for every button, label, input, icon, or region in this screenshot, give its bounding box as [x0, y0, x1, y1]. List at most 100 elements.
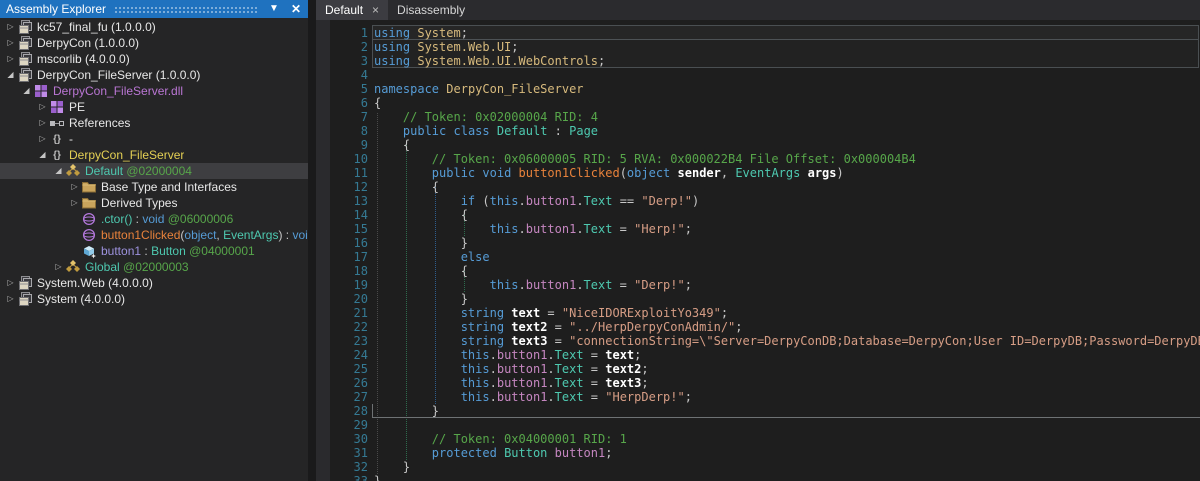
code-line[interactable]: 31 protected Button button1;	[316, 446, 1200, 460]
line-number: 8	[316, 124, 368, 138]
code-line[interactable]: 7 // Token: 0x02000004 RID: 4	[316, 110, 1200, 124]
code-line[interactable]: 33}	[316, 474, 1200, 481]
code-line[interactable]: 8 public class Default : Page	[316, 124, 1200, 138]
module-icon	[49, 99, 65, 115]
code-text: using System;	[368, 26, 468, 40]
tree-item-global[interactable]: ▷ Global @02000003	[0, 259, 308, 275]
tree-item-derpycon-fileserver[interactable]: ◢{}DerpyCon_FileServer	[0, 147, 308, 163]
expander-collapsed-icon[interactable]: ▷	[36, 99, 49, 115]
code-line[interactable]: 25 this.button1.Text = text2;	[316, 362, 1200, 376]
code-text: // Token: 0x02000004 RID: 4	[368, 110, 598, 124]
code-text: // Token: 0x06000005 RID: 5 RVA: 0x00002…	[368, 152, 916, 166]
code-line[interactable]: 19 this.button1.Text = "Derp!";	[316, 278, 1200, 292]
expander-expanded-icon[interactable]: ◢	[52, 163, 65, 179]
panel-splitter[interactable]	[308, 0, 316, 481]
code-line[interactable]: 21 string text = "NiceIDORExploitYo349";	[316, 306, 1200, 320]
code-line[interactable]: 17 else	[316, 250, 1200, 264]
tree-item-references[interactable]: ▷References	[0, 115, 308, 131]
code-line[interactable]: 22 string text2 = "../HerpDerpyConAdmin/…	[316, 320, 1200, 334]
line-number: 21	[316, 306, 368, 320]
tree-item-derpycon-fileserver-1-0-0-0[interactable]: ◢DerpyCon_FileServer (1.0.0.0)	[0, 67, 308, 83]
code-line[interactable]: 9 {	[316, 138, 1200, 152]
expander-collapsed-icon[interactable]: ▷	[4, 35, 17, 51]
expander-expanded-icon[interactable]: ◢	[36, 147, 49, 163]
expander-collapsed-icon[interactable]: ▷	[68, 179, 81, 195]
method-icon	[81, 211, 97, 227]
code-text: }	[368, 404, 439, 418]
code-line[interactable]: 28 }	[316, 404, 1200, 418]
line-number: 9	[316, 138, 368, 152]
code-line[interactable]: 32 }	[316, 460, 1200, 474]
line-number: 33	[316, 474, 368, 481]
code-line[interactable]: 23 string text3 = "connectionString=\"Se…	[316, 334, 1200, 348]
expander-collapsed-icon[interactable]: ▷	[36, 131, 49, 147]
code-line[interactable]: 5namespace DerpyCon_FileServer	[316, 82, 1200, 96]
code-line[interactable]: 13 if (this.button1.Text == "Derp!")	[316, 194, 1200, 208]
code-line[interactable]: 30 // Token: 0x04000001 RID: 1	[316, 432, 1200, 446]
expander-collapsed-icon[interactable]: ▷	[4, 19, 17, 35]
assembly-icon	[17, 51, 33, 67]
expander-collapsed-icon[interactable]: ▷	[4, 291, 17, 307]
tree-item-default[interactable]: ◢Default @02000004	[0, 163, 308, 179]
code-line[interactable]: 6{	[316, 96, 1200, 110]
code-line[interactable]: 20 }	[316, 292, 1200, 306]
code-line[interactable]: 26 this.button1.Text = text3;	[316, 376, 1200, 390]
code-line[interactable]: 12 {	[316, 180, 1200, 194]
tab-default[interactable]: Default×	[316, 0, 388, 20]
tab-close-icon[interactable]: ×	[372, 4, 379, 16]
expander-collapsed-icon[interactable]: ▷	[4, 51, 17, 67]
code-line[interactable]: 16 }	[316, 236, 1200, 250]
expander-expanded-icon[interactable]: ◢	[4, 67, 17, 83]
code-line[interactable]: 3using System.Web.UI.WebControls;	[316, 54, 1200, 68]
code-text: this.button1.Text = text;	[368, 348, 641, 362]
code-text: protected Button button1;	[368, 446, 612, 460]
class-icon	[65, 163, 81, 179]
code-line[interactable]: 1using System;	[316, 26, 1200, 40]
code-text: this.button1.Text = text2;	[368, 362, 649, 376]
code-line[interactable]: 29	[316, 418, 1200, 432]
expander-expanded-icon[interactable]: ◢	[20, 83, 33, 99]
code-line[interactable]: 27 this.button1.Text = "HerpDerp!";	[316, 390, 1200, 404]
code-text: {	[368, 264, 468, 278]
code-text: }	[368, 460, 410, 474]
code-editor[interactable]: 1using System;2using System.Web.UI;3usin…	[316, 20, 1200, 481]
code-text: {	[368, 180, 439, 194]
code-line[interactable]: 18 {	[316, 264, 1200, 278]
tree-item-mscorlib-4-0-0-0[interactable]: ▷mscorlib (4.0.0.0)	[0, 51, 308, 67]
panel-close-button[interactable]: ✕	[288, 0, 304, 18]
tree-item-derpycon-1-0-0-0[interactable]: ▷DerpyCon (1.0.0.0)	[0, 35, 308, 51]
expander-collapsed-icon[interactable]: ▷	[4, 275, 17, 291]
code-line[interactable]: 11 public void button1Clicked(object sen…	[316, 166, 1200, 180]
code-line[interactable]: 4	[316, 68, 1200, 82]
tree-item-system-4-0-0-0[interactable]: ▷System (4.0.0.0)	[0, 291, 308, 307]
tree-item-base-type-and-interfaces[interactable]: ▷Base Type and Interfaces	[0, 179, 308, 195]
tree-item-derpycon-fileserver-dll[interactable]: ◢DerpyCon_FileServer.dll	[0, 83, 308, 99]
assembly-explorer-titlebar[interactable]: Assembly Explorer ▼ ✕	[0, 0, 308, 18]
expander-collapsed-icon[interactable]: ▷	[52, 259, 65, 275]
tree-item-ctor[interactable]: .ctor() : void @06000006	[0, 211, 308, 227]
titlebar-drag-grip[interactable]	[114, 5, 258, 14]
code-line[interactable]: 24 this.button1.Text = text;	[316, 348, 1200, 362]
expander-collapsed-icon[interactable]: ▷	[68, 195, 81, 211]
line-number: 29	[316, 418, 368, 432]
tab-disassembly[interactable]: Disassembly	[388, 0, 474, 20]
code-line[interactable]: 15 this.button1.Text = "Herp!";	[316, 222, 1200, 236]
code-line[interactable]: 14 {	[316, 208, 1200, 222]
tree-item-kc57-final-fu-1-0-0-0[interactable]: ▷kc57_final_fu (1.0.0.0)	[0, 19, 308, 35]
tree-item-button1clicked[interactable]: button1Clicked(object, EventArgs) : void	[0, 227, 308, 243]
expander-collapsed-icon[interactable]: ▷	[36, 115, 49, 131]
code-line[interactable]: 2using System.Web.UI;	[316, 40, 1200, 54]
tree-item-label: button1 : Button @04000001	[101, 244, 255, 258]
line-number: 32	[316, 460, 368, 474]
code-text: if (this.button1.Text == "Derp!")	[368, 194, 699, 208]
tree-item-item[interactable]: ▷{}-	[0, 131, 308, 147]
tree-item-label: Global @02000003	[85, 260, 189, 274]
code-line[interactable]: 10 // Token: 0x06000005 RID: 5 RVA: 0x00…	[316, 152, 1200, 166]
line-number: 17	[316, 250, 368, 264]
line-number: 18	[316, 264, 368, 278]
panel-menu-button[interactable]: ▼	[266, 0, 282, 18]
tree-item-system-web-4-0-0-0[interactable]: ▷System.Web (4.0.0.0)	[0, 275, 308, 291]
tree-item-button1[interactable]: button1 : Button @04000001	[0, 243, 308, 259]
tree-item-derived-types[interactable]: ▷Derived Types	[0, 195, 308, 211]
tree-item-pe[interactable]: ▷PE	[0, 99, 308, 115]
